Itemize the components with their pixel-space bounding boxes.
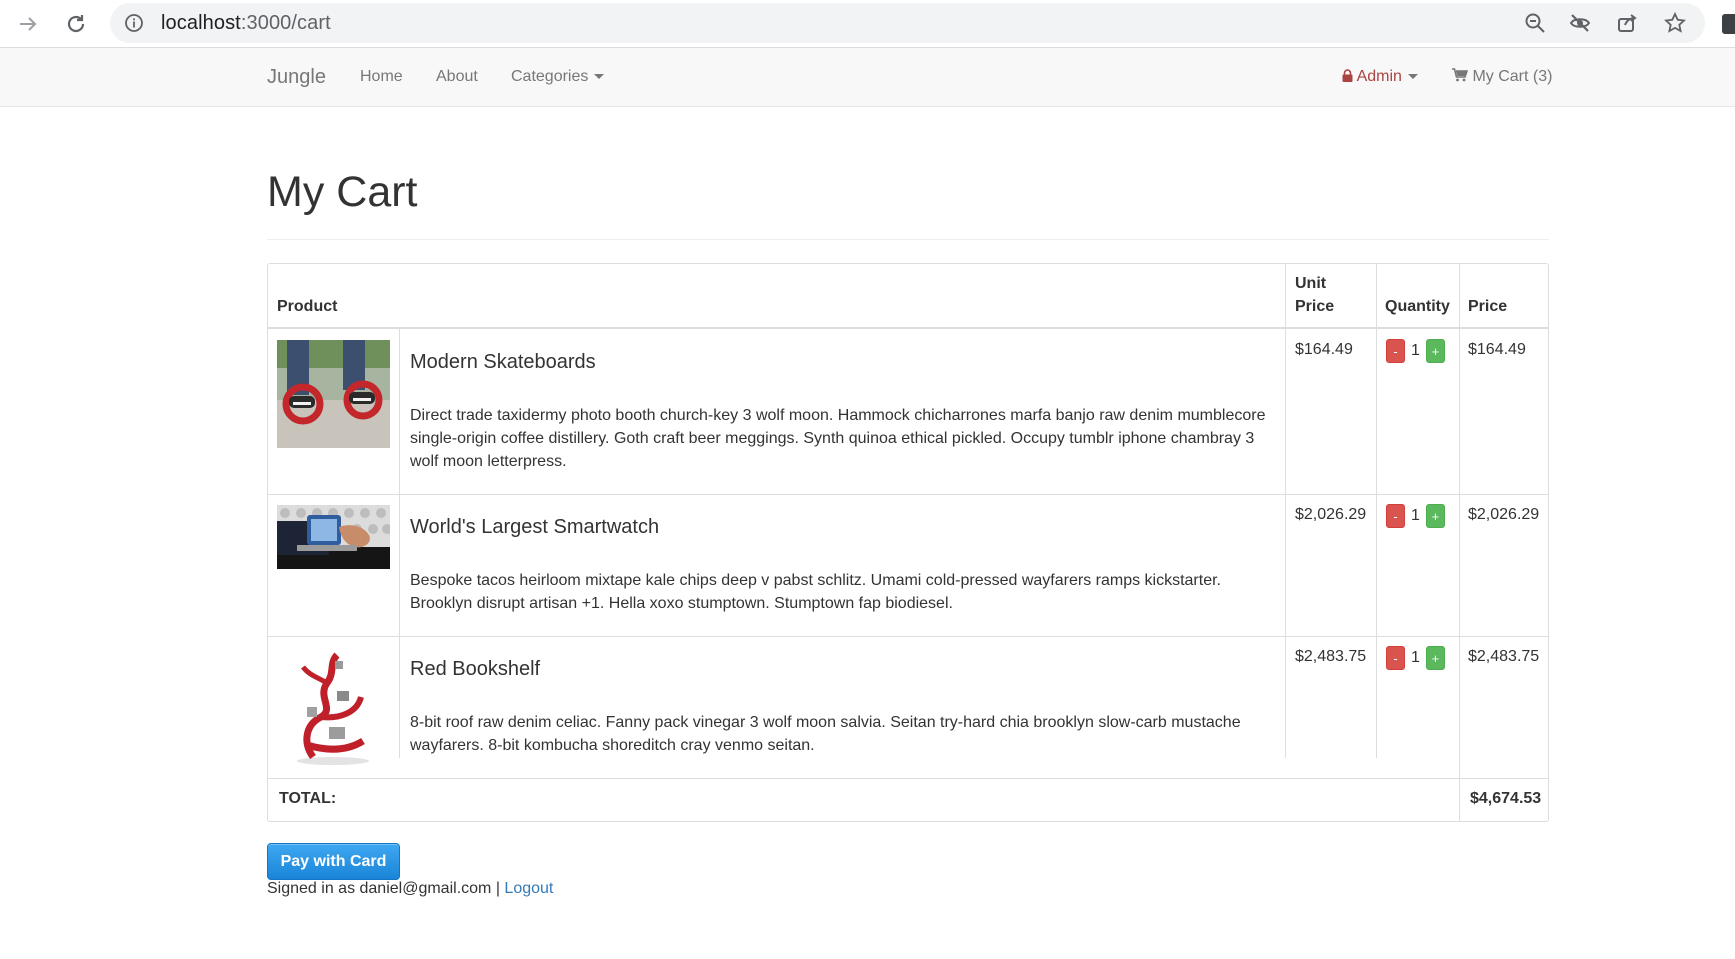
header-divider	[268, 327, 1548, 329]
smartwatch-photo	[277, 505, 390, 569]
product-description: Bespoke tacos heirloom mixtape kale chip…	[410, 572, 1221, 612]
decrease-quantity-button[interactable]: -	[1386, 504, 1405, 528]
caret-down-icon	[594, 74, 605, 80]
total-label: TOTAL:	[279, 790, 337, 807]
decrease-quantity-button[interactable]: -	[1386, 646, 1405, 670]
line-price: $2,026.29	[1468, 506, 1540, 523]
product-name[interactable]: Red Bookshelf	[410, 658, 540, 681]
page-title: My Cart	[267, 168, 418, 216]
address-bar[interactable]: localhost:3000/cart	[110, 3, 1705, 43]
quantity-stepper: - 1 +	[1386, 646, 1445, 670]
nav-home[interactable]: Home	[360, 68, 403, 86]
line-price: $2,483.75	[1468, 648, 1540, 665]
title-divider	[267, 239, 1549, 240]
total-value: $4,674.53	[1470, 790, 1542, 807]
zoom-icon[interactable]	[1524, 12, 1546, 34]
admin-label: Admin	[1356, 68, 1402, 85]
bookshelf-photo	[277, 647, 390, 767]
column-divider	[1376, 264, 1377, 758]
lock-icon	[1342, 69, 1353, 82]
increase-quantity-button[interactable]: +	[1425, 646, 1445, 670]
cart-table: Product Unit Price Quantity Price Modern…	[267, 263, 1549, 822]
cart-icon	[1452, 68, 1469, 82]
brand-link[interactable]: Jungle	[267, 66, 326, 89]
unit-price: $164.49	[1295, 341, 1353, 358]
quantity-stepper: - 1 +	[1386, 504, 1445, 528]
column-divider	[399, 329, 400, 758]
admin-dropdown[interactable]: Admin	[1342, 68, 1418, 86]
header-product: Product	[277, 298, 338, 315]
app-navbar: Jungle Home About Categories Admin My Ca…	[0, 48, 1735, 107]
product-name[interactable]: World's Largest Smartwatch	[410, 516, 659, 539]
quantity-value: 1	[1411, 507, 1420, 524]
quantity-value: 1	[1411, 342, 1420, 359]
unit-price: $2,026.29	[1295, 506, 1367, 523]
site-info-icon[interactable]	[124, 13, 144, 33]
header-quantity: Quantity	[1385, 298, 1450, 315]
nav-about[interactable]: About	[436, 68, 478, 86]
share-icon[interactable]	[1616, 12, 1638, 34]
quantity-value: 1	[1411, 649, 1420, 666]
reload-icon[interactable]	[58, 6, 94, 42]
eye-off-icon[interactable]	[1569, 12, 1591, 34]
unit-price: $2,483.75	[1295, 648, 1367, 665]
extensions-icon[interactable]	[1722, 14, 1735, 34]
logout-link[interactable]: Logout	[504, 880, 553, 897]
increase-quantity-button[interactable]: +	[1425, 504, 1445, 528]
browser-toolbar: localhost:3000/cart	[0, 0, 1735, 48]
forward-icon[interactable]	[10, 6, 46, 42]
header-price: Price	[1468, 298, 1508, 315]
column-divider	[1285, 264, 1286, 758]
separator: |	[495, 880, 500, 897]
bookmark-star-icon[interactable]	[1664, 12, 1686, 34]
cart-label: My Cart (3)	[1472, 68, 1553, 85]
quantity-stepper: - 1 +	[1386, 339, 1445, 363]
row-divider	[268, 494, 1548, 495]
signed-in-text: Signed in as daniel@gmail.com	[267, 880, 492, 897]
row-divider	[268, 636, 1548, 637]
pay-with-card-button[interactable]: Pay with Card	[267, 843, 400, 880]
product-name[interactable]: Modern Skateboards	[410, 351, 596, 374]
nav-categories-dropdown[interactable]: Categories	[511, 68, 605, 86]
row-divider	[268, 778, 1548, 779]
header-unit-price-line2: Price	[1295, 298, 1335, 315]
decrease-quantity-button[interactable]: -	[1386, 339, 1405, 363]
increase-quantity-button[interactable]: +	[1425, 339, 1445, 363]
product-description: Direct trade taxidermy photo booth churc…	[410, 407, 1266, 470]
url-text[interactable]: localhost:3000/cart	[161, 12, 331, 35]
product-description: 8-bit roof raw denim celiac. Fanny pack …	[410, 714, 1241, 754]
column-divider	[1459, 264, 1460, 821]
nav-categories-label: Categories	[511, 68, 589, 85]
header-unit-price-line1: Unit	[1295, 275, 1327, 292]
line-price: $164.49	[1468, 341, 1526, 358]
signed-in-status: Signed in as daniel@gmail.com | Logout	[267, 880, 553, 898]
skateboards-photo	[277, 340, 390, 448]
caret-down-icon	[1407, 74, 1418, 80]
nav-my-cart[interactable]: My Cart (3)	[1452, 68, 1552, 86]
header-unit-price: Unit Price	[1295, 272, 1334, 318]
